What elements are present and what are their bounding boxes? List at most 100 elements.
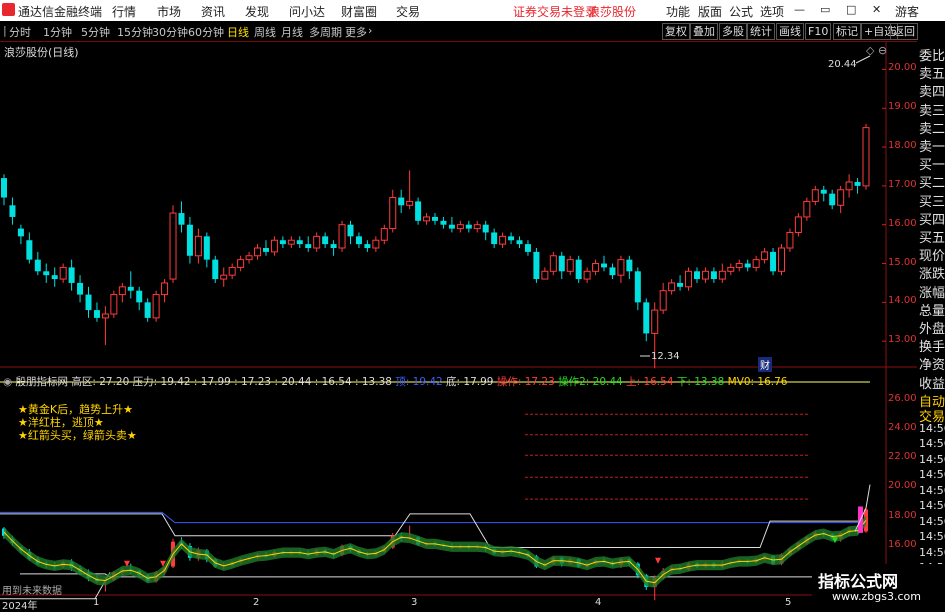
biaoji-button[interactable]: 标记	[833, 23, 861, 40]
side-panel-item-10[interactable]: 买五	[919, 227, 945, 246]
side-panel-item-9[interactable]: 买四	[919, 209, 945, 228]
candle-body[interactable]	[862, 127, 870, 187]
menu-item-shichang[interactable]: 市场	[157, 3, 181, 20]
candle-body[interactable]	[186, 224, 193, 256]
side-panel-item-8[interactable]: 买三	[919, 191, 945, 210]
candle-body[interactable]	[270, 239, 278, 253]
menu-item-hangqing[interactable]: 行情	[112, 3, 136, 20]
candle-body[interactable]	[685, 270, 693, 288]
menu-item-caifuquan[interactable]: 财富圈	[341, 3, 377, 20]
menu-item-banmian[interactable]: 版面	[698, 3, 722, 20]
menu-item-gongneng[interactable]: 功能	[666, 3, 690, 20]
back-button[interactable]: 返回	[890, 23, 918, 40]
candle-body[interactable]	[423, 216, 431, 222]
candle-body[interactable]	[296, 240, 303, 245]
candle-body[interactable]	[794, 216, 802, 233]
tab-daily[interactable]: 日线	[227, 24, 249, 40]
candle-body[interactable]	[364, 244, 371, 248]
candle-body[interactable]	[432, 216, 438, 221]
candle-body[interactable]	[93, 310, 100, 318]
candle-body[interactable]	[651, 309, 659, 334]
candle-body[interactable]	[820, 189, 827, 194]
tab-15min[interactable]: 15分钟	[117, 24, 153, 40]
fuquan-button[interactable]: 复权	[662, 23, 690, 40]
candle-body[interactable]	[127, 286, 134, 291]
f10-button[interactable]: F10	[805, 23, 832, 40]
candle-body[interactable]	[448, 224, 455, 229]
tab-more[interactable]: 更多	[345, 24, 367, 40]
candle-body[interactable]	[803, 200, 811, 218]
candle-body[interactable]	[305, 244, 312, 248]
candle-body[interactable]	[101, 313, 109, 319]
tab-weekly[interactable]: 周线	[254, 24, 276, 40]
candle-body[interactable]	[491, 232, 498, 245]
menu-item-jiaoyi[interactable]: 交易	[396, 3, 420, 20]
candle-body[interactable]	[592, 263, 600, 272]
menu-item-zixun[interactable]: 资讯	[201, 3, 225, 20]
candle-body[interactable]	[677, 282, 684, 287]
tab-multi-period[interactable]: 多周期	[309, 24, 342, 40]
side-panel-item-4[interactable]: 卖二	[919, 118, 945, 137]
close-icon[interactable]: ✕	[872, 3, 881, 16]
side-panel-item-2[interactable]: 卖四	[919, 81, 945, 100]
candle-body[interactable]	[1, 178, 7, 198]
side-panel-item-15[interactable]: 外盘	[919, 318, 945, 337]
candle-body[interactable]	[152, 294, 160, 319]
candle-body[interactable]	[710, 271, 717, 280]
candle-body[interactable]	[617, 259, 625, 276]
candle-body[interactable]	[228, 266, 236, 276]
candle-body[interactable]	[456, 224, 464, 230]
side-panel-item-1[interactable]: 卖五	[919, 63, 945, 82]
candle-body[interactable]	[558, 255, 565, 272]
candle-body[interactable]	[26, 240, 33, 260]
candle-body[interactable]	[43, 271, 50, 276]
huaxian-button[interactable]: 画线	[776, 23, 804, 40]
candle-body[interactable]	[110, 294, 118, 315]
side-panel-item-7[interactable]: 买二	[919, 172, 945, 191]
candle-body[interactable]	[659, 290, 667, 311]
menu-item-faxian[interactable]: 发现	[245, 3, 269, 20]
side-panel-item-6[interactable]: 买一	[919, 154, 945, 173]
zoom-out-icon[interactable]: ⊖	[878, 44, 887, 57]
candle-body[interactable]	[735, 263, 743, 268]
candle-body[interactable]	[237, 259, 245, 268]
candle-body[interactable]	[777, 247, 785, 272]
candle-body[interactable]	[854, 182, 861, 186]
menu-item-gongshi[interactable]: 公式	[729, 3, 753, 20]
candle-body[interactable]	[533, 251, 540, 280]
candle-body[interactable]	[609, 267, 616, 276]
candle-body[interactable]	[643, 302, 650, 334]
kline-chart-area[interactable]	[0, 42, 917, 609]
candle-body[interactable]	[118, 286, 126, 296]
candle-body[interactable]	[34, 259, 41, 272]
candle-body[interactable]	[811, 189, 819, 202]
tab-monthly[interactable]: 月线	[281, 24, 303, 40]
side-panel-item-28[interactable]: 14:56	[919, 530, 945, 543]
side-panel-item-22[interactable]: 14:56	[919, 437, 945, 450]
maximize-icon[interactable]: □	[846, 3, 856, 16]
candle-body[interactable]	[668, 282, 676, 292]
candle-body[interactable]	[465, 224, 472, 229]
candle-body[interactable]	[524, 244, 531, 252]
side-panel-item-5[interactable]: 卖一	[919, 136, 945, 155]
side-panel-item-29[interactable]: 14:56	[919, 546, 945, 559]
side-panel-item-26[interactable]: 14:56	[919, 499, 945, 512]
candle-body[interactable]	[330, 244, 337, 248]
candle-body[interactable]	[51, 275, 58, 280]
candle-body[interactable]	[541, 270, 549, 280]
menu-item-wenxiaoda[interactable]: 问小达	[289, 3, 325, 20]
candle-body[interactable]	[136, 290, 143, 303]
candle-body[interactable]	[372, 239, 380, 249]
candle-body[interactable]	[254, 247, 262, 257]
side-panel-item-12[interactable]: 涨跌	[919, 263, 945, 282]
cai-marker[interactable]: 财	[758, 357, 772, 372]
candle-body[interactable]	[701, 270, 709, 280]
candle-body[interactable]	[59, 266, 67, 280]
candle-body[interactable]	[718, 270, 726, 280]
candle-body[interactable]	[693, 271, 700, 280]
guest-label[interactable]: 游客	[895, 3, 919, 20]
candle-body[interactable]	[77, 282, 84, 295]
candle-body[interactable]	[752, 259, 760, 268]
side-panel-item-25[interactable]: 14:56	[919, 484, 945, 497]
restore-icon[interactable]: ▭	[820, 3, 830, 16]
